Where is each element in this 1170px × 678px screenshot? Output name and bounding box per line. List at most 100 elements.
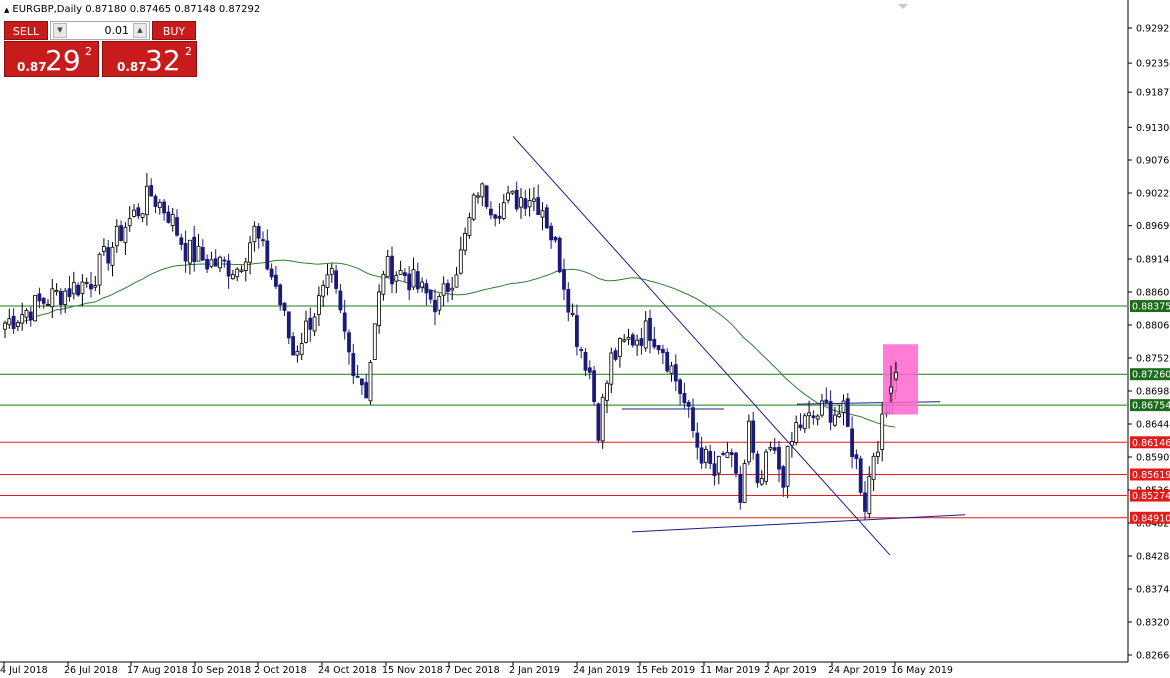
candle-body — [488, 208, 493, 216]
buy-button[interactable]: BUY — [152, 21, 196, 40]
candle-body — [751, 420, 756, 453]
candle-body — [467, 217, 472, 236]
candle-body — [514, 189, 519, 210]
candle-body — [230, 274, 235, 280]
candle — [33, 294, 37, 322]
candle-body — [265, 240, 270, 270]
time-tick-label: 10 Sep 2018 — [191, 665, 251, 676]
lot-decrease-icon[interactable]: ▼ — [53, 23, 67, 38]
price-chart[interactable]: 0.92925 0.92350 0.91875 0.91300 0.90765 0.902… — [0, 0, 1170, 678]
candle — [368, 359, 373, 405]
candle-body — [286, 311, 291, 339]
price-tick-label: 0.86985 — [1136, 387, 1170, 398]
level-label: 0.86146 — [1132, 438, 1170, 449]
lot-size-input[interactable] — [69, 22, 131, 39]
candle-body — [764, 451, 768, 482]
candle-body — [656, 344, 661, 351]
time-tick-label: 24 Oct 2018 — [318, 665, 377, 676]
candle-body — [661, 348, 665, 354]
candle-body — [170, 214, 175, 226]
collapse-triangle-icon[interactable]: ▲ — [4, 6, 9, 14]
candle-body — [557, 237, 562, 273]
candle-body — [329, 267, 334, 275]
candle-body — [523, 198, 528, 209]
candle-body — [540, 210, 545, 218]
candle-body — [772, 447, 777, 451]
candle-body — [519, 197, 523, 208]
bid-price-button[interactable]: 0.87 29 2 — [4, 41, 99, 77]
candle-body — [648, 317, 652, 341]
candle-body — [759, 478, 764, 485]
price-tick-label: 0.92925 — [1136, 24, 1170, 35]
candle-body — [424, 283, 429, 294]
candle-body — [712, 463, 717, 477]
candle-body — [820, 400, 824, 416]
candle-body — [699, 447, 704, 464]
candle-body — [480, 183, 485, 198]
candle-body — [592, 370, 596, 402]
candle-body — [463, 232, 468, 251]
candle-body — [755, 453, 760, 483]
candle-body — [708, 450, 713, 464]
candle — [742, 459, 747, 504]
candle-body — [798, 424, 803, 429]
candle-body — [299, 343, 304, 355]
candle-body — [149, 185, 154, 197]
candle-body — [618, 338, 622, 357]
candle-body — [226, 260, 231, 277]
candle-body — [665, 351, 670, 372]
candle-body — [273, 274, 278, 287]
candle-body — [187, 239, 192, 264]
candle-body — [338, 290, 343, 311]
candle-body — [807, 412, 811, 417]
candle-body — [102, 246, 106, 252]
candle-body — [196, 245, 201, 262]
candle-body — [394, 274, 399, 282]
candle-body — [583, 351, 588, 371]
candle-body — [243, 261, 248, 271]
candle-body — [652, 338, 657, 348]
candle-body — [549, 225, 553, 241]
lot-size-control: ▼ ▲ — [50, 21, 150, 40]
candle-body — [157, 202, 162, 209]
candle — [858, 455, 863, 496]
candle-body — [218, 256, 222, 269]
bid-big-digits: 29 — [45, 44, 81, 77]
lot-increase-icon[interactable]: ▲ — [133, 23, 147, 38]
candle-body — [686, 401, 691, 407]
candle-body — [123, 226, 128, 244]
candle-body — [209, 259, 214, 267]
candle — [747, 414, 751, 466]
chart-header: ▲ EURGBP,Daily 0.87180 0.87465 0.87148 0.… — [4, 4, 260, 15]
ask-price-button[interactable]: 0.87 32 2 — [102, 41, 197, 77]
candle-body — [278, 284, 283, 306]
sell-button[interactable]: SELL — [4, 21, 48, 40]
price-tick-label: 0.83745 — [1136, 585, 1170, 596]
candle-body — [579, 349, 584, 351]
candle — [484, 184, 489, 209]
candle-body — [871, 455, 876, 480]
candle — [665, 348, 670, 374]
time-tick-label: 2 Apr 2019 — [764, 665, 817, 676]
candle-body — [738, 474, 743, 503]
candle-body — [3, 322, 7, 330]
candle-body — [368, 362, 373, 402]
candle-body — [76, 284, 80, 296]
candle-body — [183, 243, 188, 262]
price-tick-label: 0.89145 — [1136, 255, 1170, 266]
level-label: 0.84910 — [1132, 513, 1170, 524]
candle-body — [850, 428, 854, 458]
candle-body — [837, 413, 842, 417]
candle-body — [46, 303, 50, 306]
candle-body — [889, 386, 893, 394]
candle-body — [587, 367, 592, 373]
candle-body — [179, 237, 184, 245]
candle-body — [80, 281, 85, 295]
candle-body — [321, 285, 326, 297]
price-tick-label: 0.90225 — [1136, 189, 1170, 200]
candle-body — [398, 269, 403, 275]
candle-body — [501, 202, 506, 219]
level-label: 0.88375 — [1132, 302, 1170, 313]
price-tick-label: 0.91875 — [1136, 88, 1170, 99]
candle-body — [54, 290, 59, 293]
